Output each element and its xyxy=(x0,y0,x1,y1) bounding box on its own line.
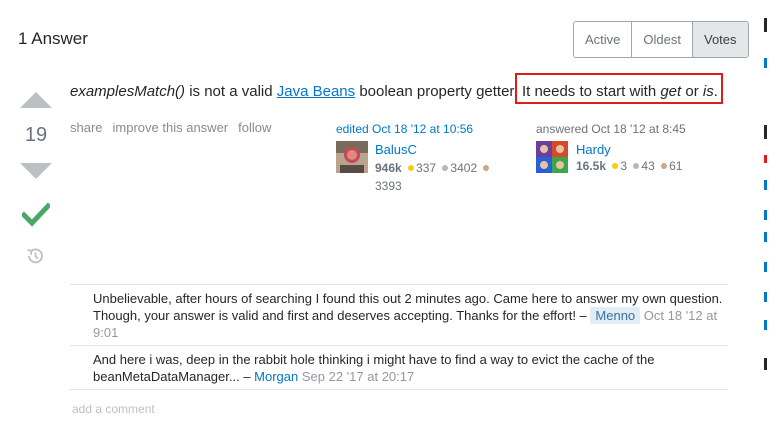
tab-active[interactable]: Active xyxy=(574,22,633,57)
post-menu: share improve this answer follow xyxy=(70,120,271,135)
sidebar-fragment-bar xyxy=(764,232,767,242)
vote-count: 19 xyxy=(24,124,48,146)
silver-badge-icon xyxy=(442,165,449,171)
answer-text-segment: boolean property getter. xyxy=(355,83,522,100)
gold-badge-icon xyxy=(612,163,619,169)
sidebar-fragment xyxy=(764,18,771,32)
comment-item: And here i was, deep in the rabbit hole … xyxy=(93,351,723,385)
editor-avatar[interactable] xyxy=(336,141,368,173)
follow-link[interactable]: follow xyxy=(238,120,271,135)
history-icon[interactable] xyxy=(25,246,45,266)
comment-divider xyxy=(70,389,728,390)
sidebar-fragment-bar xyxy=(764,180,767,190)
java-beans-link[interactable]: Java Beans xyxy=(277,83,355,100)
editor-reputation: 946k 337 3402 3393 xyxy=(375,159,505,195)
sidebar-fragment-bar xyxy=(764,125,767,139)
sidebar-fragment xyxy=(764,262,771,272)
sidebar-fragment xyxy=(764,125,771,139)
comment-user-link[interactable]: Menno xyxy=(590,307,641,324)
author-bronze-count: 61 xyxy=(669,159,683,173)
sidebar-fragment-bar xyxy=(764,292,767,302)
comment-item: Unbelievable, after hours of searching I… xyxy=(93,290,723,341)
editor-bronze-count: 3393 xyxy=(375,179,402,193)
sidebar-fragment-bar xyxy=(764,358,767,370)
gold-badge-icon xyxy=(408,165,415,171)
sidebar-fragment xyxy=(764,180,771,190)
comments-divider xyxy=(70,284,728,285)
sort-tabs: Active Oldest Votes xyxy=(573,21,749,58)
sidebar-fragment xyxy=(764,210,771,220)
accepted-check-icon[interactable] xyxy=(22,202,50,228)
sidebar-fragment xyxy=(764,320,771,330)
sidebar-fragment xyxy=(764,358,771,370)
author-avatar[interactable] xyxy=(536,141,568,173)
editor-gold-count: 337 xyxy=(416,161,437,175)
improve-answer-link[interactable]: improve this answer xyxy=(113,120,229,135)
answer-text-segment: is not a valid xyxy=(185,83,277,100)
code-method-name: examplesMatch() xyxy=(70,83,186,100)
silver-badge-icon xyxy=(633,163,640,169)
sidebar-fragment xyxy=(764,232,771,242)
author-gold-count: 3 xyxy=(620,159,628,173)
editor-rep-score: 946k xyxy=(375,161,402,175)
tab-votes[interactable]: Votes xyxy=(692,22,748,57)
editor-silver-count: 3402 xyxy=(450,161,478,175)
comment-divider xyxy=(70,345,728,346)
highlight-annotation-box xyxy=(515,73,723,104)
add-comment-link[interactable]: add a comment xyxy=(72,402,155,416)
edited-timestamp-link[interactable]: edited Oct 18 '12 at 10:56 xyxy=(336,122,473,136)
editor-name[interactable]: BalusC xyxy=(375,142,417,157)
sidebar-fragment-bar xyxy=(764,320,767,330)
answered-timestamp: answered Oct 18 '12 at 8:45 xyxy=(536,122,686,136)
sidebar-fragment xyxy=(764,56,771,70)
answers-count-heading: 1 Answer xyxy=(18,29,88,48)
author-reputation: 16.5k 3 43 61 xyxy=(576,159,682,173)
tab-oldest[interactable]: Oldest xyxy=(632,22,693,57)
downvote-arrow-icon[interactable] xyxy=(20,163,52,179)
bronze-badge-icon xyxy=(483,165,490,171)
comment-date[interactable]: Sep 22 '17 at 20:17 xyxy=(302,369,414,384)
comment-user-link[interactable]: Morgan xyxy=(254,369,298,384)
sidebar-fragment-bar xyxy=(764,155,767,163)
share-link[interactable]: share xyxy=(70,120,103,135)
sidebar-fragment-bar xyxy=(764,18,767,32)
author-rep-score: 16.5k xyxy=(576,159,607,173)
sidebar-fragment-bar xyxy=(764,262,767,272)
bronze-badge-icon xyxy=(661,163,668,169)
author-silver-count: 43 xyxy=(641,159,655,173)
sidebar-fragment-bar xyxy=(764,210,767,220)
sidebar-fragment-bar xyxy=(764,58,767,68)
sidebar-fragment xyxy=(764,292,771,302)
author-name[interactable]: Hardy xyxy=(576,142,611,157)
upvote-arrow-icon[interactable] xyxy=(20,92,52,108)
sidebar-fragment xyxy=(764,155,771,165)
